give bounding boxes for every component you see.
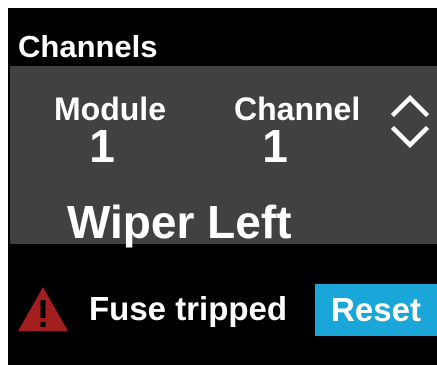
channel-up-button[interactable] xyxy=(390,92,430,118)
chevron-down-icon xyxy=(390,125,430,149)
module-value: 1 xyxy=(89,120,115,172)
fuse-status: Fuse tripped xyxy=(16,284,316,334)
channel-label: Channel xyxy=(234,91,361,127)
reset-button[interactable]: Reset xyxy=(315,284,437,336)
channel-selector-panel: Module 1 Channel 1 Wiper Left xyxy=(10,66,437,248)
warning-icon xyxy=(18,287,68,331)
channel-name: Wiper Left xyxy=(67,196,292,248)
channels-screen: Channels Module 1 Channel 1 Wiper Left F… xyxy=(8,8,437,365)
channel-down-button[interactable] xyxy=(390,125,430,151)
status-text: Fuse tripped xyxy=(89,290,288,327)
page-title: Channels xyxy=(18,29,158,64)
chevron-up-icon xyxy=(390,94,430,118)
channel-value: 1 xyxy=(262,120,288,172)
